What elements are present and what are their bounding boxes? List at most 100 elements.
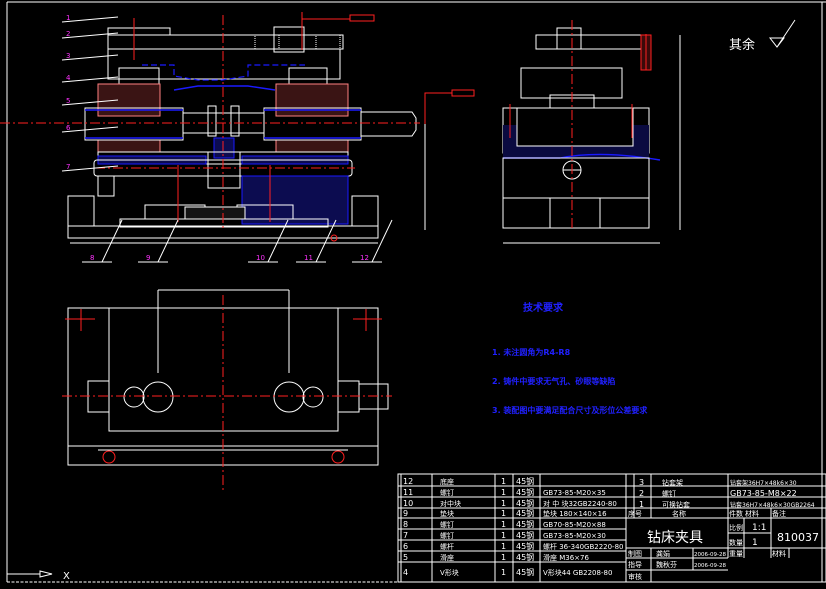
parts-cell-no: 7 [403, 531, 408, 540]
parts-right-standard: GB73-85-M8×22 [730, 489, 797, 498]
front-section-view [0, 12, 475, 244]
tech-req-item: 2. 铸件中要求无气孔、砂眼等缺陷 [492, 376, 615, 386]
parts-cell-standard: GB73-85-M20×35 [543, 489, 606, 497]
parts-right-no: 1 [639, 500, 644, 509]
scale-label: 比例 [729, 523, 743, 532]
parts-cell-no: 9 [403, 509, 408, 518]
tech-req-item: 3. 装配图中要满足配合尺寸及形位公差要求 [492, 405, 648, 415]
parts-cell-name: 螺钉 [440, 488, 454, 497]
parts-cell-name: 螺钉 [440, 520, 454, 529]
parts-right-standard: 钻套36H7×48k6×30GB2264 [730, 501, 815, 509]
header-note: 备注 [772, 509, 786, 518]
drawing-title: 钻床夹具 [647, 530, 703, 546]
parts-cell-material: 45钢 [516, 552, 534, 562]
material-label: 材料 [772, 549, 786, 558]
qty-value: 1 [752, 538, 758, 548]
parts-cell-material: 45钢 [516, 519, 534, 529]
parts-cell-no: 10 [403, 499, 413, 508]
drawn-name: 龚娟 [656, 549, 670, 558]
balloon-label: 3 [66, 52, 70, 60]
parts-cell-no: 5 [403, 553, 408, 562]
parts-cell-material: 45钢 [516, 498, 534, 508]
cad-drawing-canvas[interactable]: 12345678 9 10 11 12 其余 技术要求 1. 未注圆角为R4-R… [0, 0, 826, 589]
balloon-label: 6 [66, 124, 71, 132]
balloon-label: 5 [66, 97, 70, 105]
parts-cell-no: 4 [403, 568, 408, 577]
header-name: 名称 [672, 509, 686, 518]
title-block: 序号 名称 件数 材料 备注 钻床夹具 比例 1:1 数量 1 810037 重… [397, 473, 826, 583]
parts-cell-qty: 1 [501, 531, 506, 540]
plan-view [62, 289, 392, 492]
parts-cell-no: 11 [403, 488, 413, 497]
parts-cell-name: V形块 [440, 568, 459, 577]
parts-cell-standard: GB73-85-M20×30 [543, 532, 606, 540]
balloon-label: 10 [256, 254, 265, 262]
guide-date: 2006-09-28 [694, 563, 726, 569]
header-no: 序号 [628, 509, 642, 518]
ucs-icon: X [7, 570, 70, 582]
balloon-label: 2 [66, 30, 70, 38]
balloon-label: 4 [66, 74, 71, 82]
parts-cell-no: 8 [403, 520, 408, 529]
parts-cell-name: 底座 [440, 477, 454, 486]
parts-right-standard: 钻套架36H7×48k6×30 [730, 479, 797, 487]
header-material: 材料 [745, 509, 759, 518]
tech-req-item: 1. 未注圆角为R4-R8 [492, 347, 571, 357]
parts-cell-material: 45钢 [516, 541, 534, 551]
parts-right-name: 可换钻套 [662, 500, 690, 509]
balloon-label: 12 [360, 254, 369, 262]
parts-cell-name: 螺杆 [440, 542, 454, 551]
parts-cell-standard: 对 中 块32GB2240-80 [543, 499, 617, 508]
surface-roughness-note: 其余 [729, 19, 796, 53]
side-view [502, 20, 681, 244]
parts-cell-qty: 1 [501, 542, 506, 551]
parts-right-name: 钻套架 [662, 478, 683, 487]
roughness-note-text: 其余 [729, 37, 755, 53]
parts-cell-qty: 1 [501, 477, 506, 486]
parts-cell-qty: 1 [501, 520, 506, 529]
parts-cell-material: 45钢 [516, 530, 534, 540]
parts-cell-name: 滑座 [440, 553, 454, 562]
balloon-label: 9 [146, 254, 150, 262]
parts-cell-no: 6 [403, 542, 408, 551]
drawn-label: 制图 [628, 549, 642, 558]
parts-cell-standard: GB70-85-M20×88 [543, 521, 606, 529]
parts-right-no: 2 [639, 489, 644, 498]
parts-cell-material: 45钢 [516, 567, 534, 577]
balloon-label: 1 [66, 14, 70, 22]
header-code: 件数 [729, 509, 743, 518]
parts-cell-no: 12 [403, 477, 413, 486]
qty-label: 数量 [729, 538, 743, 547]
scale-value: 1:1 [752, 523, 766, 533]
tech-req-title: 技术要求 [523, 301, 564, 314]
parts-right-name: 螺钉 [662, 489, 676, 498]
parts-cell-qty: 1 [501, 568, 506, 577]
weight-label: 重量 [729, 550, 743, 558]
parts-cell-qty: 1 [501, 509, 506, 518]
roughness-check-icon [768, 19, 796, 48]
parts-right-no: 3 [639, 478, 644, 487]
drawn-date: 2006-09-28 [694, 552, 726, 558]
parts-cell-material: 45钢 [516, 487, 534, 497]
balloon-label: 7 [66, 163, 70, 171]
parts-cell-name: 垫块 [440, 509, 454, 518]
parts-cell-standard: 滑座 M36×76 [543, 553, 589, 562]
parts-cell-material: 45钢 [516, 476, 534, 486]
parts-cell-qty: 1 [501, 553, 506, 562]
parts-cell-name: 螺钉 [440, 531, 454, 540]
guide-name: 魏秋芬 [656, 560, 677, 569]
guide-label: 指导 [628, 560, 642, 569]
parts-cell-standard: 垫块 180×140×16 [543, 509, 607, 518]
review-label: 审核 [628, 572, 642, 581]
parts-cell-name: 对中块 [440, 499, 461, 508]
parts-cell-qty: 1 [501, 499, 506, 508]
ucs-x-label: X [63, 571, 70, 582]
parts-cell-standard: V形块44 GB2208-80 [543, 568, 612, 577]
parts-cell-qty: 1 [501, 488, 506, 497]
balloon-label: 11 [304, 254, 313, 262]
parts-cell-material: 45钢 [516, 508, 534, 518]
drawing-number: 810037 [777, 531, 819, 544]
technical-requirements: 技术要求 1. 未注圆角为R4-R8 2. 铸件中要求无气孔、砂眼等缺陷 3. … [492, 301, 648, 415]
balloon-label: 8 [90, 254, 94, 262]
parts-cell-standard: 螺杆 36-340GB2220-80 [543, 542, 624, 551]
